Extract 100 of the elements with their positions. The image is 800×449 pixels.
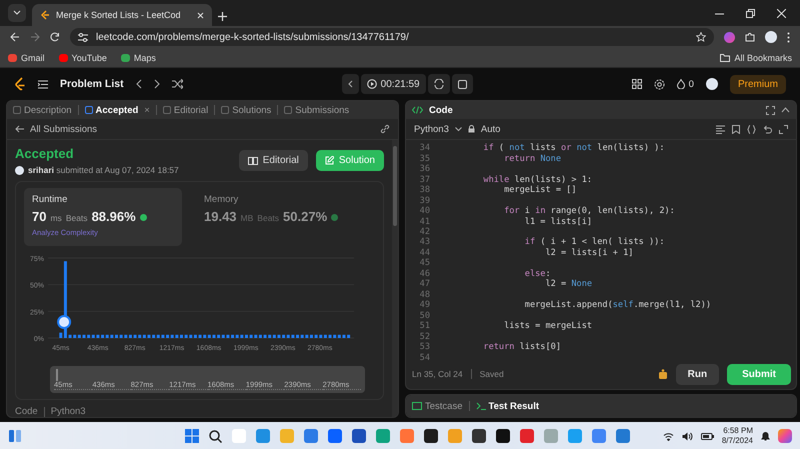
panel-tab[interactable]: Test Result	[476, 400, 540, 412]
leetcode-logo-icon	[40, 10, 50, 20]
close-icon[interactable]	[777, 8, 786, 18]
bookmark[interactable]: Gmail	[8, 52, 45, 62]
tab-title: Merge k Sorted Lists - LeetCod	[56, 10, 182, 20]
code-line: l2 = None	[544, 279, 592, 290]
bar	[115, 334, 118, 338]
taskbar-app-icon[interactable]	[424, 429, 438, 443]
user-avatar	[15, 166, 24, 174]
chevron-down-icon[interactable]	[454, 126, 462, 132]
panel-tab[interactable]: Testcase	[412, 400, 462, 412]
all-submissions-link[interactable]: All Submissions	[30, 124, 98, 134]
badge-icon	[331, 214, 338, 221]
tab-search-button[interactable]	[8, 4, 26, 22]
settings-icon[interactable]	[654, 78, 665, 90]
link-icon[interactable]	[380, 124, 390, 134]
star-icon[interactable]	[696, 32, 706, 42]
note-button[interactable]	[452, 74, 473, 94]
code-icon	[412, 106, 423, 114]
cursor-position: Ln 35, Col 24	[412, 369, 463, 379]
chevron-down-icon	[13, 10, 21, 16]
line-number: 49	[418, 300, 431, 310]
close-icon[interactable]	[197, 12, 204, 18]
save-status: Saved	[480, 369, 504, 379]
shuffle-icon[interactable]	[172, 79, 183, 89]
panel-tab[interactable]: Solutions	[221, 104, 272, 116]
grid-icon[interactable]	[632, 79, 642, 89]
leetcode-logo-icon[interactable]	[14, 77, 26, 91]
extension-icon[interactable]	[724, 32, 735, 42]
line-number: 53	[418, 342, 431, 352]
battery-icon[interactable]	[700, 432, 714, 440]
profile-avatar[interactable]	[706, 78, 718, 90]
search-icon[interactable]	[208, 430, 222, 442]
expand-icon[interactable]	[779, 124, 788, 134]
run-button[interactable]: Run	[676, 364, 720, 384]
chevron-left-icon	[348, 80, 353, 88]
new-tab-icon[interactable]	[218, 12, 227, 21]
fullscreen-icon[interactable]	[766, 106, 775, 114]
bookmark[interactable]: Maps	[120, 52, 156, 62]
taskbar-app-icon[interactable]	[472, 429, 486, 443]
reset-icon	[434, 79, 444, 89]
time-text: 6:58 PM	[723, 426, 753, 436]
reset-button[interactable]	[428, 74, 450, 94]
code-line: while len(lists) > 1:	[482, 174, 592, 185]
puzzle-icon[interactable]	[745, 32, 755, 42]
wifi-icon[interactable]	[662, 432, 674, 440]
assistant-icon[interactable]	[658, 368, 668, 380]
braces-icon[interactable]	[747, 124, 756, 134]
code-line: if ( not lists or not len(lists) ):	[482, 143, 665, 154]
streak-counter[interactable]: 0	[676, 78, 694, 90]
address-bar[interactable]: leetcode.com/problems/merge-k-sorted-lists/submissions/1347761179/	[70, 28, 714, 46]
language-dropdown[interactable]: Python3	[414, 124, 449, 134]
runtime-marker	[57, 315, 72, 329]
clock[interactable]: 6:58 PM 8/7/2024	[722, 426, 753, 446]
back-icon[interactable]	[10, 32, 20, 42]
widgets-icon[interactable]	[8, 429, 22, 443]
tab-icon	[13, 106, 21, 114]
timer-button[interactable]: 00:21:59	[360, 74, 426, 94]
play-icon	[366, 79, 377, 89]
menu-icon[interactable]	[787, 32, 790, 42]
panel-tab[interactable]: Accepted ×	[84, 104, 150, 116]
copilot-icon[interactable]	[778, 429, 792, 443]
bell-icon[interactable]	[760, 431, 770, 441]
metric-card[interactable]: Memory 19.43 MB Beats 50.27%	[196, 188, 354, 246]
bar	[347, 334, 350, 338]
panel-tab[interactable]: Editorial	[162, 104, 208, 116]
back-arrow-icon[interactable]	[15, 125, 24, 133]
volume-icon[interactable]	[682, 432, 693, 440]
collapse-icon[interactable]	[781, 107, 790, 113]
site-settings-icon[interactable]	[78, 32, 88, 42]
bookmark[interactable]: YouTube	[58, 52, 107, 62]
code-line: return lists[0]	[482, 342, 562, 352]
forward-icon[interactable]	[30, 32, 40, 42]
problem-list-link[interactable]: Problem List	[60, 78, 124, 90]
taskbar-app-icon[interactable]	[496, 429, 510, 443]
editorial-button[interactable]: Editorial	[238, 150, 308, 171]
previous-icon[interactable]	[136, 79, 142, 89]
all-bookmarks[interactable]: All Bookmarks	[720, 52, 792, 62]
premium-button[interactable]: Premium	[730, 74, 786, 94]
metric-unit: ms	[50, 213, 62, 223]
line-number: 36	[418, 164, 431, 174]
reload-icon[interactable]	[50, 32, 60, 42]
bookmark-icon[interactable]	[732, 124, 740, 134]
metric-title: Runtime	[32, 194, 68, 205]
line-number: 35	[418, 154, 431, 164]
bar	[82, 334, 86, 338]
browser-tab[interactable]: Merge k Sorted Lists - LeetCod	[32, 4, 212, 26]
panel-tab[interactable]: Description	[13, 104, 72, 116]
next-icon[interactable]	[154, 79, 160, 89]
metric-value: 19.43	[204, 209, 237, 224]
profile-avatar[interactable]	[765, 31, 777, 43]
collapse-button[interactable]	[342, 74, 359, 94]
restore-icon[interactable]	[746, 8, 755, 18]
line-number: 44	[418, 248, 431, 258]
book-icon	[248, 156, 258, 164]
undo-icon[interactable]	[763, 124, 772, 134]
start-icon[interactable]	[184, 429, 199, 443]
scrollbar[interactable]	[392, 140, 398, 417]
format-icon[interactable]	[716, 124, 725, 134]
panel-tab[interactable]: Submissions	[284, 104, 350, 116]
